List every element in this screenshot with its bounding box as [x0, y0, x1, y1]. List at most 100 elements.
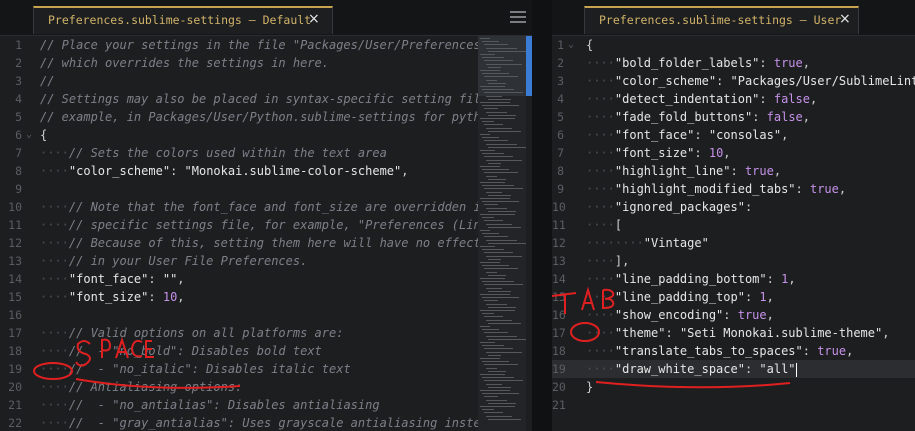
left-tab-bar: Preferences.sublime-settings — Default ×	[0, 0, 532, 36]
line-number: 7	[15, 146, 22, 160]
minimap-line	[486, 367, 497, 369]
minimap-line	[480, 358, 500, 359]
tab-title: Preferences.sublime-settings — User	[599, 13, 842, 27]
minimap-line	[482, 297, 519, 299]
minimap-line	[486, 127, 512, 129]
minimap-line	[482, 361, 509, 363]
line-number: 13	[552, 254, 566, 268]
fold-arrow-icon[interactable]: ⌄	[568, 36, 574, 54]
minimap-line	[488, 386, 511, 388]
minimap-line	[488, 98, 511, 100]
minimap-line	[484, 76, 518, 78]
close-icon[interactable]: ×	[308, 11, 320, 27]
line-text: ····"detect_indentation": false,	[586, 92, 818, 106]
minimap-line	[488, 226, 521, 228]
minimap-line	[488, 66, 501, 68]
minimap-line	[482, 105, 519, 107]
line-number: 10	[8, 200, 22, 214]
minimap-line	[480, 134, 490, 135]
line-number: 16	[8, 308, 22, 322]
minimap-line	[486, 239, 517, 241]
line-number: 18	[8, 344, 22, 358]
line-number: 15	[8, 290, 22, 304]
line-number: 12	[8, 236, 22, 250]
minimap-line	[480, 70, 500, 71]
line-text: ····// Sets the colors used within the t…	[40, 146, 387, 160]
minimap[interactable]	[478, 36, 526, 431]
line-text: ····"font_face": "",	[40, 272, 185, 286]
line-number: 21	[552, 398, 566, 412]
minimap-line	[486, 383, 502, 385]
minimap-line	[482, 89, 514, 91]
pane-divider[interactable]	[532, 0, 552, 431]
line-number: 2	[557, 56, 564, 70]
line-text: ····"highlight_line": true,	[586, 164, 782, 178]
line-text: {	[40, 128, 48, 142]
line-number: 1	[557, 38, 564, 52]
menu-icon[interactable]	[510, 11, 526, 23]
minimap-line	[480, 214, 515, 215]
minimap-line	[482, 409, 494, 411]
minimap-line	[482, 313, 494, 315]
minimap-line	[480, 86, 505, 87]
minimap-line	[480, 230, 490, 231]
minimap-line	[484, 204, 498, 206]
minimap-line	[484, 364, 518, 366]
minimap-line	[480, 374, 505, 375]
line-number: 8	[15, 164, 22, 178]
minimap-line	[482, 57, 504, 59]
minimap-line	[482, 281, 514, 283]
minimap-line	[484, 396, 498, 398]
minimap-line	[486, 255, 522, 257]
minimap-line	[488, 82, 506, 84]
tab-user-settings[interactable]: Preferences.sublime-settings — User ×	[584, 6, 859, 34]
minimap-line	[488, 306, 516, 308]
tab-title: Preferences.sublime-settings — Default	[48, 13, 312, 27]
minimap-line	[486, 319, 512, 321]
minimap-line	[480, 262, 500, 263]
line-number: 6	[15, 128, 22, 142]
line-text: ····// in your User File Preferences.	[40, 254, 308, 268]
minimap-line	[482, 153, 504, 155]
minimap-line	[488, 322, 521, 324]
minimap-line	[480, 38, 490, 39]
line-text: ····// Note that the font_face and font_…	[40, 200, 481, 214]
minimap-line	[486, 95, 502, 97]
minimap-line	[482, 201, 519, 203]
minimap-line	[486, 287, 502, 289]
minimap-line	[486, 399, 507, 401]
minimap-line	[482, 393, 519, 395]
tab-default-settings[interactable]: Preferences.sublime-settings — Default ×	[33, 6, 333, 34]
minimap-line	[480, 198, 510, 199]
minimap-line	[486, 47, 517, 49]
minimap-line	[486, 79, 497, 81]
minimap-line	[482, 185, 514, 187]
minimap-line	[488, 338, 526, 340]
minimap-line	[486, 415, 512, 417]
line-number: 9	[557, 182, 564, 196]
minimap-line	[480, 310, 515, 311]
minimap-line	[484, 156, 513, 158]
minimap-line	[482, 329, 499, 331]
minimap-line	[486, 63, 522, 65]
line-number: 4	[15, 92, 22, 106]
minimap-line	[484, 220, 503, 222]
minimap-line	[480, 406, 515, 407]
line-number: 5	[557, 110, 564, 124]
minimap-line	[488, 114, 516, 116]
line-text: // Settings may also be placed in syntax…	[40, 92, 481, 106]
minimap-line	[484, 332, 508, 334]
line-text: //	[40, 74, 55, 88]
minimap-line	[486, 271, 497, 273]
line-number: 11	[552, 218, 566, 232]
line-text: ····"font_size": 10,	[586, 146, 731, 160]
line-text: ····"show_encoding": true,	[586, 308, 774, 322]
close-icon[interactable]: ×	[839, 11, 851, 27]
fold-arrow-icon[interactable]: ⌄	[26, 126, 32, 144]
line-number: 8	[557, 164, 564, 178]
line-number: 14	[8, 272, 22, 286]
line-number: 9	[15, 182, 22, 196]
line-text: ····"draw_white_space": "all"	[586, 362, 797, 377]
minimap-line	[488, 290, 511, 292]
left-editor-pane: Preferences.sublime-settings — Default ×…	[0, 0, 532, 431]
